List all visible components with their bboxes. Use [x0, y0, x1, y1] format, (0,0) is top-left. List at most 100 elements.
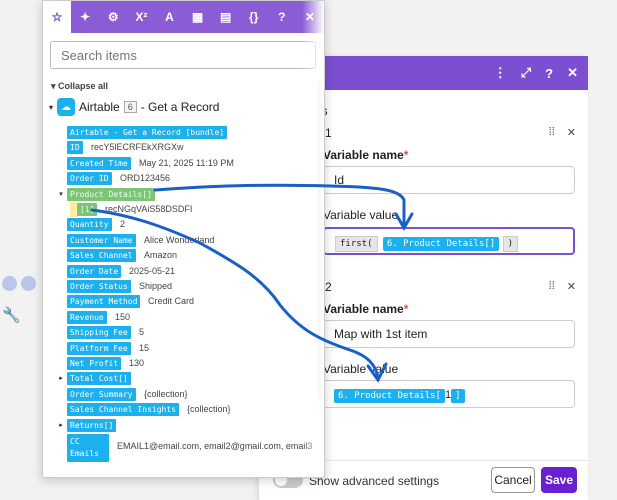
tree-item-value: 5: [139, 327, 145, 338]
remove-item-icon[interactable]: ✕: [567, 280, 576, 293]
tab-text[interactable]: A: [155, 1, 183, 33]
tree-row[interactable]: Shipping Fee 5: [43, 325, 324, 340]
caret-down-icon[interactable]: ▾: [49, 103, 53, 112]
tree-item-value: May 21, 2025 11:19 PM: [139, 157, 234, 168]
tree-item-tag[interactable]: [1]: [77, 203, 98, 216]
tree-item-tag[interactable]: Airtable - Get a Record [bundle]: [67, 126, 228, 139]
airtable-icon: ☁: [57, 98, 76, 116]
help-button[interactable]: ?: [268, 1, 296, 33]
caret-down-icon[interactable]: ▾: [56, 190, 66, 198]
tree-item-tag[interactable]: Order Summary: [67, 387, 136, 401]
item1-value-input[interactable]: first( 6. Product Details[] ): [323, 227, 575, 255]
tab-array[interactable]: ▤: [212, 1, 240, 33]
drag-handle-icon[interactable]: ⁞⁞: [549, 280, 555, 293]
tree-item-value: EMAIL1@email.com, email2@gmail.com, emai…: [117, 441, 313, 451]
tree-row[interactable]: Platform Fee 15: [43, 341, 324, 356]
tab-date[interactable]: ▦: [183, 1, 211, 33]
tree-row[interactable]: Sales Channel Insights {collection}: [43, 402, 324, 417]
function-close-chip[interactable]: ): [502, 236, 518, 252]
tree-item-tag[interactable]: Revenue: [67, 310, 107, 324]
tree-item-tag[interactable]: Sales Channel Insights: [67, 403, 179, 417]
wrench-icon[interactable]: 🔧: [2, 306, 21, 324]
help-icon[interactable]: ?: [545, 66, 553, 81]
item1-actions: ⁞⁞ ✕: [549, 126, 576, 139]
tree-row[interactable]: Order Status Shipped: [43, 279, 324, 294]
item1-name-label: Variable name*: [323, 148, 409, 162]
tree-item-tag[interactable]: Customer Name: [67, 233, 136, 247]
tree-row[interactable]: ID recY5lECRFEkXRGXw: [43, 140, 324, 155]
variable-chip[interactable]: 6. Product Details[]: [382, 237, 500, 251]
module-action: - Get a Record: [140, 100, 220, 114]
tree-item-value: 2: [120, 219, 126, 230]
tree-row[interactable]: Customer Name Alice Wonderland: [43, 233, 324, 248]
item2-value-input[interactable]: 6. Product Details[1]: [323, 380, 575, 408]
tree-item-tag[interactable]: Sales Channel: [67, 249, 136, 263]
sparkle-icon: ✦: [80, 10, 91, 24]
tree-item-tag[interactable]: Product Details[]: [67, 187, 155, 201]
tree-item-tag[interactable]: Shipping Fee: [67, 326, 131, 340]
tree-row[interactable]: Order Summary {collection}: [43, 387, 324, 402]
tree-row[interactable]: CC Emails EMAIL1@email.com, email2@gmail.…: [43, 433, 324, 462]
item1-name-input[interactable]: Id: [323, 166, 575, 194]
module-header[interactable]: ▾ ☁ Airtable 6 - Get a Record: [49, 98, 219, 116]
tree-row[interactable]: Revenue 150: [43, 310, 324, 325]
tree-item-tag[interactable]: Total Cost[]: [67, 372, 131, 386]
tab-ai[interactable]: ✦: [71, 1, 99, 33]
close-icon[interactable]: ✕: [567, 65, 578, 81]
tree-row[interactable]: Sales Channel Amazon: [43, 248, 324, 263]
function-chip[interactable]: first(: [335, 236, 378, 252]
search-input[interactable]: [50, 41, 316, 69]
tab-json[interactable]: {}: [240, 1, 268, 33]
tree-item-value: recY5lECRFEkXRGXw: [91, 142, 184, 153]
save-button[interactable]: Save: [541, 467, 577, 493]
tree-row[interactable]: ▸ Total Cost[]: [43, 371, 324, 386]
tree-item-value: {collection}: [187, 404, 231, 415]
tree-item-tag[interactable]: Returns[]: [67, 418, 117, 432]
item1-value-label: Variable value: [323, 208, 399, 222]
tree-row[interactable]: Airtable - Get a Record [bundle]: [43, 125, 324, 140]
tree-item-value: Shipped: [139, 281, 173, 291]
tree-row[interactable]: Order ID ORD123456: [43, 171, 324, 186]
cancel-button[interactable]: Cancel: [491, 467, 535, 493]
tree-row[interactable]: Quantity 2: [43, 217, 324, 232]
tree-item-tag[interactable]: CC Emails: [67, 434, 109, 462]
tree-item-tag[interactable]: Net Profit: [67, 357, 122, 370]
tree-item-value: ORD123456: [120, 173, 171, 184]
caret-right-icon[interactable]: ▸: [56, 374, 66, 382]
connector-dot: [2, 276, 17, 291]
item2-name-input[interactable]: Map with 1st item: [323, 320, 575, 348]
item2-actions: ⁞⁞ ✕: [549, 280, 576, 293]
tree-row[interactable]: [1] recNGqVAiS58DSDFI: [43, 202, 324, 217]
tree-row[interactable]: ▸ Returns[]: [43, 418, 324, 433]
module-number-badge: 6: [123, 101, 137, 113]
tree-item-tag[interactable]: Created Time: [67, 156, 131, 170]
remove-item-icon[interactable]: ✕: [567, 126, 576, 139]
tree-item-value: 2025-05-21: [129, 265, 176, 276]
tab-math[interactable]: X²: [127, 1, 155, 33]
variable-chip[interactable]: 6. Product Details[: [334, 389, 445, 403]
tree-row[interactable]: Payment Method Credit Card: [43, 294, 324, 309]
overflow-fade: [302, 1, 324, 477]
tab-general[interactable]: ⚙: [99, 1, 127, 33]
more-options-icon[interactable]: ⋮: [494, 65, 507, 81]
help-icon: ?: [278, 10, 286, 24]
variable-close-chip[interactable]: ]: [451, 389, 465, 403]
tree-item-tag[interactable]: Order Date: [67, 264, 122, 278]
drag-handle-icon[interactable]: ⁞⁞: [549, 126, 555, 139]
tree-row[interactable]: Net Profit 130: [43, 356, 324, 371]
tree-row[interactable]: Order Date 2025-05-21: [43, 264, 324, 279]
expand-icon[interactable]: ⤢: [521, 65, 531, 81]
tree-item-tag[interactable]: Payment Method: [67, 295, 141, 309]
tree-item-tag[interactable]: Platform Fee: [67, 341, 131, 355]
superscript-icon: X²: [135, 10, 148, 24]
tab-favorites[interactable]: ☆: [43, 1, 72, 33]
tree-item-tag[interactable]: Order ID: [67, 172, 112, 186]
tree-row[interactable]: ▾ Product Details[]: [43, 187, 324, 202]
caret-right-icon[interactable]: ▸: [56, 421, 66, 429]
tree-item-tag[interactable]: Order Status: [67, 280, 131, 293]
collapse-all-link[interactable]: ▾ Collapse all: [51, 81, 108, 92]
tree-item-tag[interactable]: Quantity: [67, 218, 112, 232]
tree-row[interactable]: Created Time May 21, 2025 11:19 PM: [43, 156, 324, 171]
tree-item-tag[interactable]: ID: [67, 141, 83, 155]
mapping-panel: ☆ ✦ ⚙ X² A ▦ ▤ {} ? ✕ ▾ Collapse all ▾ ☁…: [42, 0, 325, 478]
